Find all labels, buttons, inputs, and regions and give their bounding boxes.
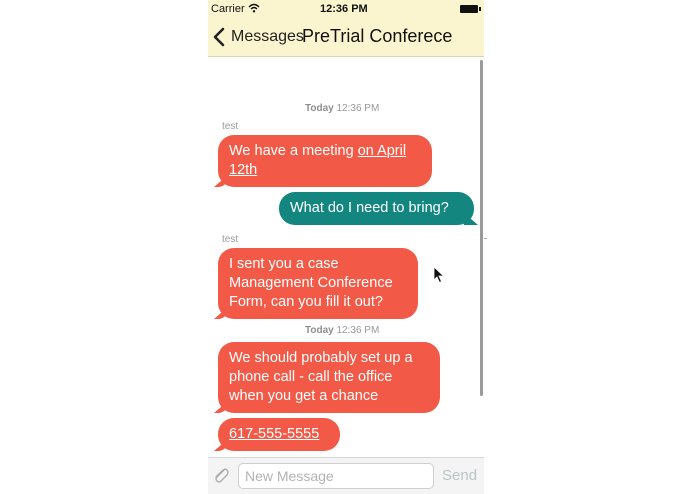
message-text: What do I need to bring?: [290, 200, 449, 216]
timestamp-time: 12:36 PM: [336, 325, 380, 336]
send-button[interactable]: Send: [442, 467, 477, 484]
window-edge-tick: [484, 238, 487, 239]
message-text: We have a meeting: [229, 143, 358, 159]
phone-number-link[interactable]: 617-555-5555: [229, 426, 319, 442]
message-thread[interactable]: Today 12:36 PM test We have a meeting on…: [208, 57, 484, 457]
message-bubble-incoming[interactable]: We have a meeting on April 12th: [218, 135, 432, 187]
sender-name: test: [222, 121, 239, 132]
conversation-title: PreTrial Conferece: [302, 26, 453, 46]
timestamp-time: 12:36 PM: [336, 103, 380, 114]
message-bubble-incoming[interactable]: I sent you a case Management Conference …: [218, 248, 418, 319]
wifi-icon: [248, 3, 260, 13]
message-text: I sent you a case Management Conference …: [229, 256, 393, 310]
back-label: Messages: [231, 28, 304, 45]
sender-name: test: [222, 234, 239, 245]
timestamp-day: Today: [305, 325, 334, 336]
carrier-label: Carrier: [211, 3, 245, 15]
message-bubble-incoming[interactable]: 617-555-5555: [218, 418, 340, 451]
nav-bar: Messages PreTrial Conferece: [208, 18, 484, 57]
status-time: 12:36 PM: [320, 3, 368, 15]
phone-screen: Carrier 12:36 PM Messages PreTrial Confe…: [208, 0, 484, 494]
message-input-bar: Send: [208, 457, 484, 494]
message-text: We should probably set up a phone call -…: [229, 350, 413, 404]
scroll-indicator[interactable]: [480, 60, 483, 396]
mouse-cursor-icon: [433, 266, 445, 284]
message-bubble-incoming[interactable]: We should probably set up a phone call -…: [218, 342, 440, 413]
timestamp: Today 12:36 PM: [305, 325, 379, 336]
back-chevron-icon: [213, 27, 225, 47]
paperclip-icon[interactable]: [211, 466, 231, 486]
status-bar: Carrier 12:36 PM: [208, 0, 484, 18]
battery-icon: [460, 5, 481, 13]
message-bubble-outgoing[interactable]: What do I need to bring?: [279, 192, 474, 225]
new-message-input[interactable]: [238, 463, 434, 489]
timestamp: Today 12:36 PM: [305, 103, 379, 114]
back-button[interactable]: Messages: [212, 26, 304, 48]
timestamp-day: Today: [305, 103, 334, 114]
